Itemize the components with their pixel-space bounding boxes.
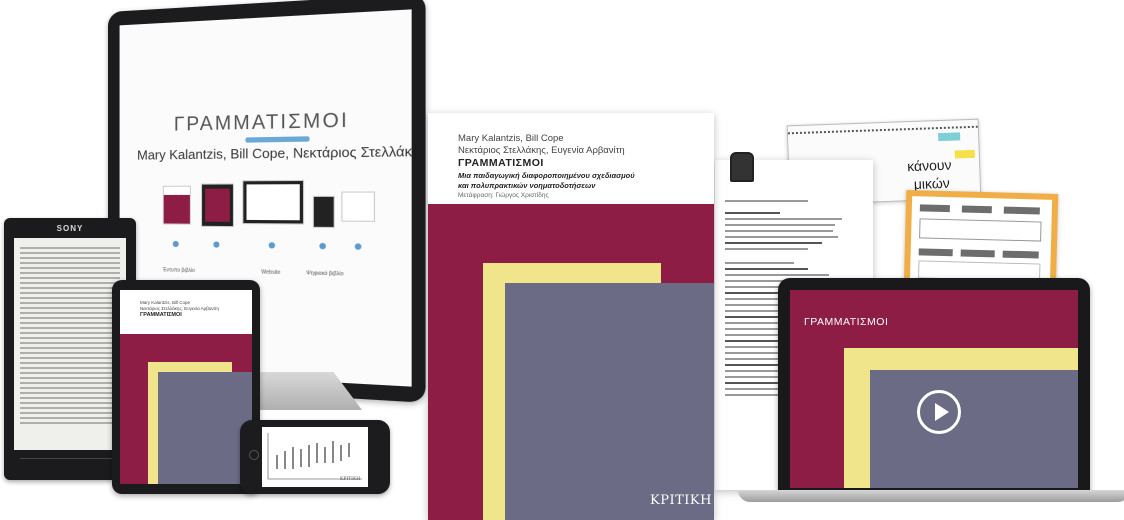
notebook-tab-blue bbox=[938, 132, 961, 142]
book-cover: Mary Kalantzis, Bill Cope Νεκτάριος Στελ… bbox=[428, 113, 714, 520]
device-label: Ψηφιακό βιβλίο bbox=[306, 270, 344, 278]
book-title: ΓΡΑΜΜΑΤΙΣΜΟΙ bbox=[458, 157, 544, 169]
book-authors-2: Νεκτάριος Στελλάκης, Ευγενία Αρβανίτη bbox=[458, 145, 625, 156]
laptop-screen: ΓΡΑΜΜΑΤΙΣΜΟΙ bbox=[790, 290, 1078, 488]
phone-home-button[interactable] bbox=[249, 450, 259, 460]
tablet-cover-slate bbox=[158, 372, 252, 484]
tablet-authors-2: Νεκτάριος Στελλάκης, Ευγενία Αρβανίτη bbox=[140, 306, 219, 311]
phone-screen: ΚΡΙΤΙΚΗ bbox=[262, 427, 368, 487]
phone-logo: ΚΡΙΤΙΚΗ bbox=[340, 477, 361, 482]
ereader-brand: SONY bbox=[56, 224, 84, 233]
mini-doc bbox=[341, 191, 376, 222]
book-editor: Μετάφραση: Γιώργος Χριστίδης bbox=[458, 192, 549, 199]
step-dot bbox=[213, 241, 220, 248]
diagram-content bbox=[909, 196, 1053, 288]
publisher-logo: ΚΡΙΤΙΚΗ bbox=[650, 493, 712, 508]
mini-book bbox=[162, 185, 191, 225]
laptop-base bbox=[738, 490, 1124, 502]
tablet-authors: Mary Kalantzis, Bill Cope bbox=[140, 300, 191, 305]
mini-phone bbox=[312, 195, 335, 229]
phone-device: ΚΡΙΤΙΚΗ bbox=[240, 420, 390, 494]
laptop-device: ΓΡΑΜΜΑΤΙΣΜΟΙ bbox=[778, 278, 1090, 494]
book-subtitle-2: και πολυπρακτικών νοηματοδοτήσεων bbox=[458, 181, 596, 190]
monitor-accent-bar bbox=[245, 136, 310, 143]
device-label: Website bbox=[261, 269, 281, 277]
cover-slate-block bbox=[505, 283, 714, 520]
step-dot bbox=[172, 240, 179, 248]
mini-tablet bbox=[201, 183, 234, 228]
laptop-title: ΓΡΑΜΜΑΤΙΣΜΟΙ bbox=[804, 316, 889, 328]
ereader-page bbox=[14, 238, 126, 450]
book-subtitle-1: Μια παιδαγωγική διαφοροποιημένου σχεδιασ… bbox=[458, 171, 635, 180]
step-dot bbox=[354, 243, 362, 250]
monitor-title: ΓΡΑΜΜΑΤΙΣΜΟΙ bbox=[173, 109, 350, 136]
play-circle-icon[interactable] bbox=[917, 390, 961, 434]
notebook-tab-yellow bbox=[954, 149, 975, 159]
monitor-authors: Mary Kalantzis, Bill Cope, Νεκτάριος Στε… bbox=[137, 141, 412, 163]
tablet-screen: Mary Kalantzis, Bill Cope Νεκτάριος Στελ… bbox=[120, 290, 252, 484]
notebook-text-1: κάνουν bbox=[906, 156, 952, 175]
step-dot bbox=[319, 242, 326, 250]
step-dot bbox=[268, 242, 276, 249]
book-authors-1: Mary Kalantzis, Bill Cope bbox=[458, 133, 564, 144]
binder-clip-icon bbox=[730, 152, 754, 182]
tablet-title: ΓΡΑΜΜΑΤΙΣΜΟΙ bbox=[140, 312, 182, 318]
laptop-slate-block bbox=[870, 370, 1078, 488]
tablet-device: Mary Kalantzis, Bill Cope Νεκτάριος Στελ… bbox=[112, 280, 260, 494]
ereader-buttons[interactable] bbox=[20, 458, 120, 467]
mini-monitor bbox=[242, 179, 305, 225]
device-label: Έντυπο βιβλίο bbox=[162, 267, 195, 275]
